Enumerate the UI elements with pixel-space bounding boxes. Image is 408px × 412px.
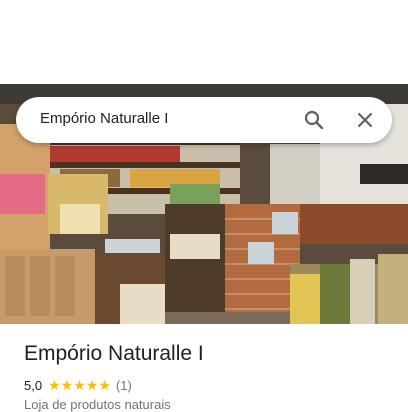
search-bar[interactable]: Empório Naturalle I [16,97,392,143]
star-rating: ★ ★ ★ ★ ★ [48,378,111,392]
star-icon: ★ [60,377,74,393]
rating-row[interactable]: 5,0 ★ ★ ★ ★ ★ (1) [24,376,132,394]
search-input[interactable]: Empório Naturalle I [40,110,168,127]
place-name: Empório Naturalle I [24,342,204,365]
star-icon: ★ [85,377,99,393]
rating-value: 5,0 [24,377,43,393]
search-icon[interactable] [302,108,326,132]
star-icon: ★ [98,377,111,393]
star-icon: ★ [73,377,86,393]
place-category: Loja de produtos naturais [24,397,171,412]
close-icon[interactable] [353,108,377,132]
star-icon: ★ [48,377,61,393]
map-header-blank [0,0,408,84]
review-count[interactable]: (1) [116,378,132,393]
